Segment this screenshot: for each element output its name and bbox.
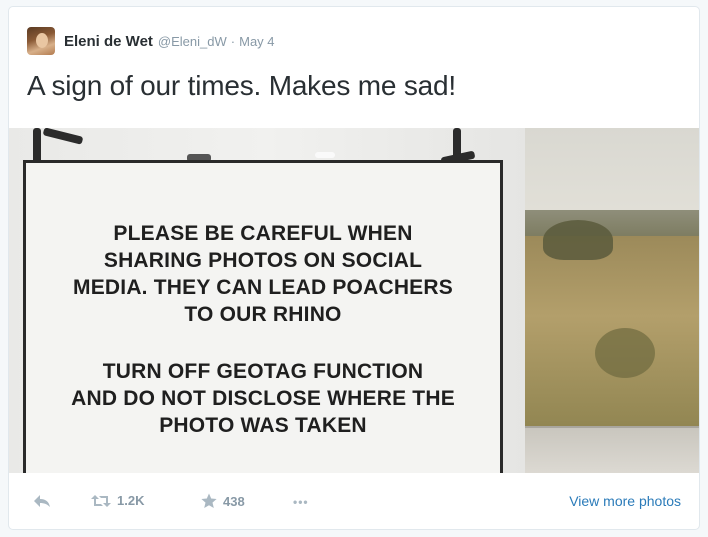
view-more-photos-link[interactable]: View more photos	[569, 493, 681, 509]
retweet-button[interactable]: 1.2K	[91, 493, 144, 508]
sign-line: PLEASE BE CAREFUL WHEN	[113, 222, 413, 245]
author-name[interactable]: Eleni de Wet	[64, 33, 153, 50]
retweet-icon	[91, 494, 111, 507]
reply-button[interactable]	[33, 493, 51, 509]
star-icon	[201, 493, 217, 508]
favorite-count: 438	[223, 493, 245, 509]
landscape-background	[525, 128, 699, 473]
sign-board: PLEASE BE CAREFUL WHEN SHARING PHOTOS ON…	[9, 128, 525, 473]
tweet-header: Eleni de Wet @Eleni_dW · May 4	[27, 27, 275, 55]
tweet-date[interactable]: May 4	[239, 34, 274, 49]
reply-icon	[34, 495, 50, 507]
tweet-text: A sign of our times. Makes me sad!	[27, 70, 456, 101]
sign-line: SHARING PHOTOS ON SOCIAL	[103, 249, 423, 272]
sign-line: MEDIA. THEY CAN LEAD POACHERS	[73, 276, 453, 299]
favorite-button[interactable]: 438	[201, 493, 245, 509]
sign-line: TURN OFF GEOTAG FUNCTION	[102, 360, 424, 383]
sign-paragraph-2: TURN OFF GEOTAG FUNCTION AND DO NOT DISC…	[26, 358, 500, 439]
more-icon: •••	[293, 495, 309, 509]
avatar[interactable]	[27, 27, 55, 55]
sign-line: AND DO NOT DISCLOSE WHERE THE	[71, 387, 455, 410]
tweet-actions: 1.2K 438 ••• View more photos	[9, 473, 699, 529]
sign-frame: PLEASE BE CAREFUL WHEN SHARING PHOTOS ON…	[23, 160, 503, 473]
tweet-card: Eleni de Wet @Eleni_dW · May 4 A sign of…	[8, 6, 700, 530]
sign-paragraph-1: PLEASE BE CAREFUL WHEN SHARING PHOTOS ON…	[26, 220, 500, 328]
more-button[interactable]: •••	[293, 495, 309, 509]
tweet-photo[interactable]: PLEASE BE CAREFUL WHEN SHARING PHOTOS ON…	[9, 128, 699, 473]
retweet-count: 1.2K	[117, 493, 145, 508]
separator-dot: ·	[230, 33, 236, 49]
author-handle[interactable]: @Eleni_dW	[158, 34, 227, 49]
sign-line: TO OUR RHINO	[184, 303, 342, 326]
sign-line: PHOTO WAS TAKEN	[159, 414, 367, 437]
